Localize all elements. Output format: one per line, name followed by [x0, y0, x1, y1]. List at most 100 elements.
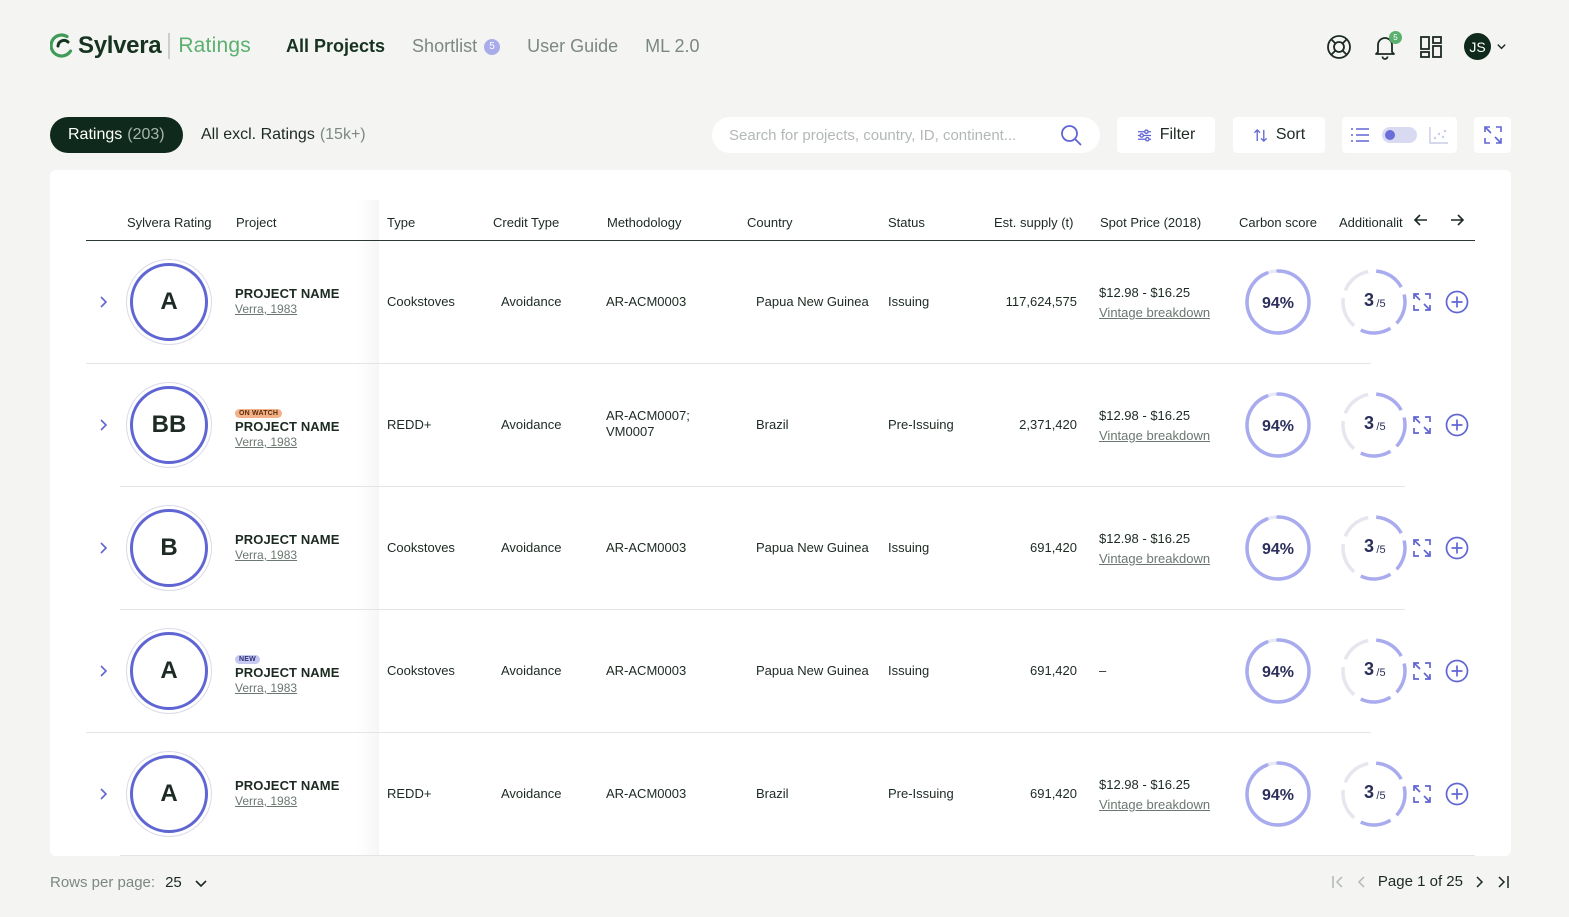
tab-label: Ratings: [68, 126, 123, 143]
vintage-breakdown-link[interactable]: Vintage breakdown: [1099, 303, 1210, 323]
project-name[interactable]: PROJECT NAME: [235, 778, 340, 793]
grid-icon[interactable]: [1418, 34, 1444, 60]
chevron-right-icon[interactable]: [96, 418, 110, 432]
nav-ml[interactable]: ML 2.0: [645, 36, 699, 57]
project-name[interactable]: PROJECT NAME: [235, 665, 340, 680]
col-additionality[interactable]: Additionalit: [1339, 215, 1403, 230]
chevron-right-icon[interactable]: [96, 787, 110, 801]
sylvera-rating-badge[interactable]: BB: [126, 382, 212, 468]
project-registry-link[interactable]: Verra, 1983: [235, 548, 340, 562]
project-cell: PROJECT NAME Verra, 1983: [235, 778, 340, 808]
compare-icon[interactable]: [1410, 536, 1434, 560]
filter-button[interactable]: Filter: [1117, 117, 1215, 153]
chevron-right-icon[interactable]: [96, 541, 110, 555]
methodology-cell: AR-ACM0003: [606, 663, 687, 678]
sylvera-rating-badge[interactable]: A: [126, 751, 212, 837]
search-input[interactable]: [729, 126, 1049, 144]
additionality-gauge: 3/5: [1341, 392, 1407, 458]
arrow-right-icon[interactable]: [1449, 212, 1465, 228]
tab-ratings[interactable]: Ratings (203): [50, 117, 183, 153]
next-page-icon[interactable]: [1471, 874, 1487, 890]
col-rating[interactable]: Sylvera Rating: [127, 215, 212, 230]
additionality-score: 3: [1364, 413, 1374, 433]
sylvera-rating-badge[interactable]: A: [126, 259, 212, 345]
prev-page-icon[interactable]: [1354, 874, 1370, 890]
view-switch[interactable]: [1382, 127, 1417, 143]
vintage-breakdown-link[interactable]: Vintage breakdown: [1099, 549, 1210, 569]
col-supply[interactable]: Est. supply (t): [994, 215, 1073, 230]
supply-cell: 691,420: [1030, 540, 1077, 555]
compare-icon[interactable]: [1410, 782, 1434, 806]
vintage-breakdown-link[interactable]: Vintage breakdown: [1099, 795, 1210, 815]
methodology-value: AR-ACM0007;: [606, 408, 690, 423]
brand-logo[interactable]: Sylvera Ratings: [50, 32, 251, 60]
compare-icon[interactable]: [1410, 659, 1434, 683]
rating-value: A: [130, 632, 208, 710]
project-registry-link[interactable]: Verra, 1983: [235, 794, 340, 808]
add-to-shortlist-icon[interactable]: [1445, 659, 1469, 683]
compare-icon[interactable]: [1410, 413, 1434, 437]
tab-all-excl-ratings[interactable]: All excl. Ratings (15k+): [201, 117, 366, 153]
col-methodology[interactable]: Methodology: [607, 215, 681, 230]
spot-price-range: $12.98 - $16.25: [1099, 531, 1191, 546]
user-menu[interactable]: JS: [1464, 33, 1507, 60]
additionality-gauge: 3/5: [1341, 638, 1407, 704]
project-name[interactable]: PROJECT NAME: [235, 286, 340, 301]
table-row[interactable]: A PROJECT NAME Verra, 1983 REDD+ Avoidan…: [50, 733, 1511, 856]
add-to-shortlist-icon[interactable]: [1445, 290, 1469, 314]
expand-icon: [1483, 126, 1502, 144]
project-name[interactable]: PROJECT NAME: [235, 419, 340, 434]
add-to-shortlist-icon[interactable]: [1445, 782, 1469, 806]
col-type[interactable]: Type: [387, 215, 415, 230]
col-status[interactable]: Status: [888, 215, 925, 230]
chevron-right-icon[interactable]: [96, 295, 110, 309]
list-view-icon[interactable]: [1350, 127, 1370, 143]
project-registry-link[interactable]: Verra, 1983: [235, 681, 340, 695]
spot-price-cell: $12.98 - $16.25 Vintage breakdown: [1099, 775, 1210, 815]
table-row[interactable]: A NEW PROJECT NAME Verra, 1983 Cookstove…: [50, 610, 1511, 733]
support-icon[interactable]: [1326, 34, 1352, 60]
carbon-score-value: 94%: [1262, 295, 1294, 312]
nav-shortlist[interactable]: Shortlist 5: [412, 36, 501, 57]
col-project[interactable]: Project: [236, 215, 276, 230]
bell-icon[interactable]: 5: [1372, 30, 1402, 60]
add-to-shortlist-icon[interactable]: [1445, 536, 1469, 560]
col-country[interactable]: Country: [747, 215, 793, 230]
methodology-cell: AR-ACM0003: [606, 540, 687, 555]
sliders-icon: [1137, 128, 1151, 142]
sort-button[interactable]: Sort: [1233, 117, 1325, 153]
project-registry-link[interactable]: Verra, 1983: [235, 435, 340, 449]
project-registry-link[interactable]: Verra, 1983: [235, 302, 340, 316]
rows-per-page-value[interactable]: 25: [165, 874, 182, 891]
scatter-view-icon[interactable]: [1429, 126, 1449, 144]
country-cell: Brazil: [756, 786, 789, 801]
first-page-icon[interactable]: [1330, 874, 1346, 890]
search-icon[interactable]: [1060, 124, 1082, 146]
chevron-down-icon[interactable]: [194, 876, 208, 890]
table-row[interactable]: A PROJECT NAME Verra, 1983 Cookstoves Av…: [50, 241, 1511, 364]
last-page-icon[interactable]: [1495, 874, 1511, 890]
project-name[interactable]: PROJECT NAME: [235, 532, 340, 547]
credit-type-cell: Avoidance: [501, 786, 562, 801]
chevron-right-icon[interactable]: [96, 664, 110, 678]
expand-button[interactable]: [1474, 117, 1511, 153]
col-carbon-score[interactable]: Carbon score: [1239, 215, 1317, 230]
add-to-shortlist-icon[interactable]: [1445, 413, 1469, 437]
credit-type-cell: Avoidance: [501, 663, 562, 678]
arrow-left-icon[interactable]: [1413, 212, 1429, 228]
col-spot-price[interactable]: Spot Price (2018): [1100, 215, 1201, 230]
nav-user-guide[interactable]: User Guide: [527, 36, 618, 57]
compare-icon[interactable]: [1410, 290, 1434, 314]
col-credit-type[interactable]: Credit Type: [493, 215, 559, 230]
methodology-cell: AR-ACM0007; VM0007: [606, 408, 690, 440]
table-row[interactable]: B PROJECT NAME Verra, 1983 Cookstoves Av…: [50, 487, 1511, 610]
vintage-breakdown-link[interactable]: Vintage breakdown: [1099, 426, 1210, 446]
nav-all-projects[interactable]: All Projects: [286, 36, 385, 57]
sylvera-rating-badge[interactable]: A: [126, 628, 212, 714]
status-badge: ON WATCH: [235, 409, 283, 418]
tab-count: (15k+): [319, 126, 366, 143]
app-header: Sylvera Ratings All Projects Shortlist 5 …: [0, 0, 1569, 94]
status-badge: NEW: [235, 655, 260, 664]
table-row[interactable]: BB ON WATCH PROJECT NAME Verra, 1983 RED…: [50, 364, 1511, 487]
sylvera-rating-badge[interactable]: B: [126, 505, 212, 591]
